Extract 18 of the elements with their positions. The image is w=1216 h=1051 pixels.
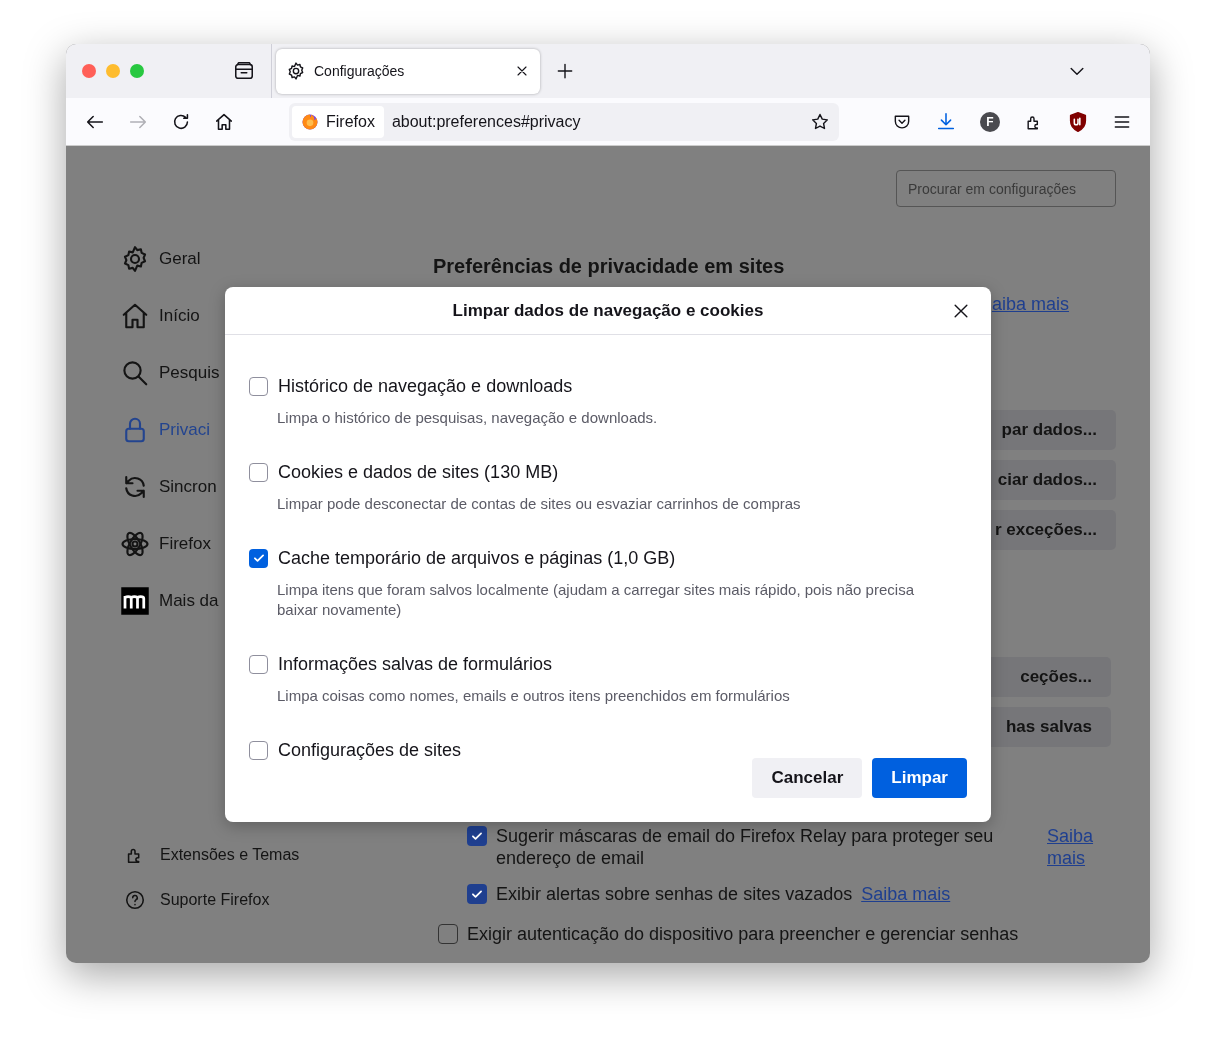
option-description: Limpa itens que foram salvos localmente (ajudam a carregar sites mais rápido, pois não precisa baixar novamente)	[277, 580, 915, 620]
tab-title: Configurações	[314, 61, 406, 81]
url-text: about:preferences#privacy	[391, 111, 582, 132]
checkbox-label: Histórico de navegação e downloads	[278, 375, 573, 398]
checkbox-label: Cookies e dados de sites (130 MB)	[278, 461, 559, 484]
option-label: Exibir alertas sobre senhas de sites vazados	[496, 883, 853, 905]
account-avatar: F	[980, 111, 1000, 132]
section-heading: Preferências de privacidade em sites	[433, 254, 786, 278]
option-description: Limpar pode desconectar de contas de sites ou esvaziar carrinhos de compras	[277, 494, 802, 514]
identity-label: Firefox	[326, 111, 375, 132]
dialog-title: Limpar dados de navegação e cookies	[452, 299, 764, 322]
option-description: Limpa o histórico de pesquisas, navegação e downloads.	[277, 408, 659, 428]
option-label: Sugerir máscaras de email do Firefox Relay para proteger seu endereço de email	[496, 825, 995, 869]
checkbox-label: Configurações de sites	[278, 739, 462, 762]
option-label: Exigir autenticação do dispositivo para preencher e gerenciar senhas	[467, 923, 1019, 945]
checkbox-label: Cache temporário de arquivos e páginas (1,0 GB)	[278, 547, 676, 570]
option-description: Limpa coisas como nomes, emails e outros itens preenchidos em formulários	[277, 686, 791, 706]
checkbox-label: Informações salvas de formulários	[278, 653, 553, 676]
